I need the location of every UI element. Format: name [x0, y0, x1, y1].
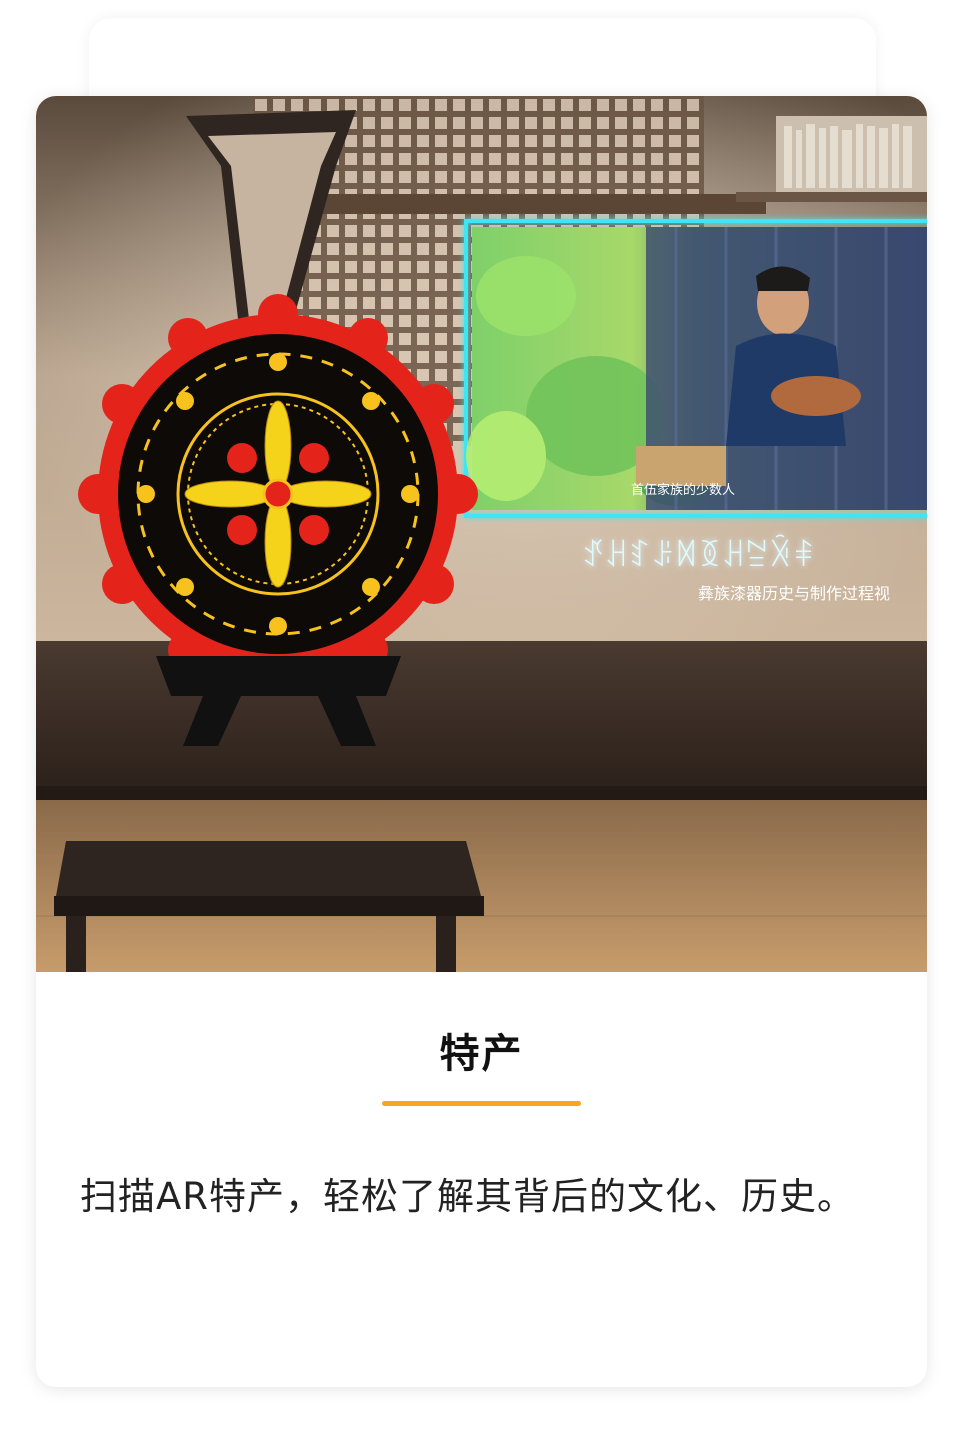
ar-scene-image: 首伍家族的少数人 ꀋꃅꆏꌠꉙꅉꃅꊂꋋꅪ 彝族漆器历史与制作过程视	[36, 96, 927, 972]
feature-card[interactable]: 首伍家族的少数人 ꀋꃅꆏꌠꉙꅉꃅꊂꋋꅪ 彝族漆器历史与制作过程视 特产 扫描AR…	[36, 96, 927, 1387]
video-subtitle: 首伍家族的少数人	[631, 482, 735, 498]
title-underline	[382, 1101, 581, 1106]
feature-title: 特产	[439, 1031, 524, 1077]
yi-script-caption: ꀋꃅꆏꌠꉙꅉꃅꊂꋋꅪ	[581, 534, 815, 574]
feature-description: 扫描AR特产，轻松了解其背后的文化、历史。	[80, 1175, 856, 1218]
video-caption: 彝族漆器历史与制作过程视	[698, 584, 890, 603]
